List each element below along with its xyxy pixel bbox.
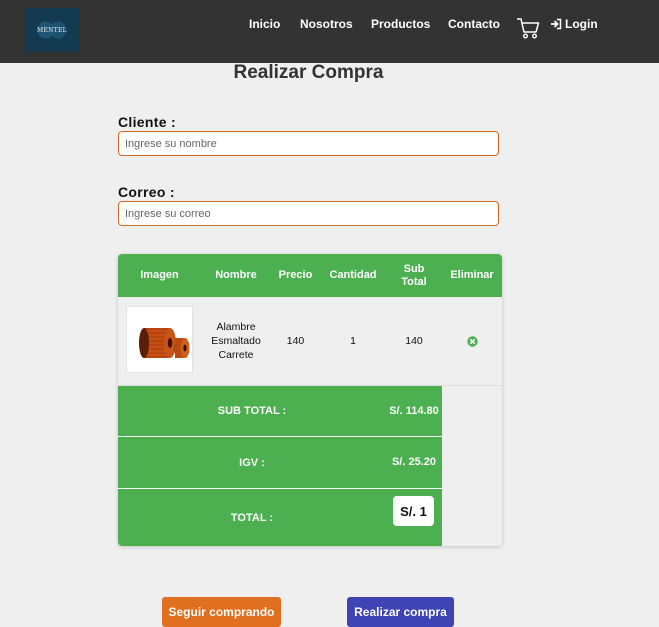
remove-circle-icon[interactable] [466, 335, 478, 347]
total-value: S/. 1 [393, 496, 434, 526]
item-quantity: 1 [350, 335, 356, 347]
header-subtotal: Sub Total [401, 262, 427, 288]
continue-shopping-button[interactable]: Seguir comprando [162, 597, 281, 627]
nav-link-contacto[interactable]: Contacto [448, 17, 500, 31]
login-label: Login [565, 17, 598, 31]
nav-link-nosotros[interactable]: Nosotros [300, 17, 353, 31]
login-link[interactable]: Login [550, 17, 598, 31]
igv-value: S/. 25.20 [391, 456, 437, 468]
page-title: Realizar Compra [233, 62, 384, 83]
igv-row: IGV : S/. 25.20 [118, 437, 442, 488]
header-name: Nombre [215, 269, 257, 281]
item-name: Alambre Esmaltado Carrete [211, 321, 261, 361]
sign-in-icon [551, 18, 562, 30]
email-input[interactable] [118, 201, 499, 226]
table-row: Alambre Esmaltado Carrete 140 1 140 [118, 297, 502, 385]
nav-link-productos[interactable]: Productos [371, 17, 430, 31]
shopping-cart-icon[interactable] [516, 17, 540, 39]
subtotal-label: SUB TOTAL : [217, 405, 287, 417]
igv-label: IGV : [239, 456, 265, 469]
header-quantity: Cantidad [329, 269, 377, 281]
place-order-button[interactable]: Realizar compra [347, 597, 454, 627]
header-delete: Eliminar [450, 269, 494, 281]
delete-item-button[interactable] [447, 297, 497, 385]
brand-logo[interactable]: MENTEL [25, 8, 79, 52]
cart-table-header: Imagen Nombre Precio Cantidad Sub Total … [118, 254, 502, 297]
header-price: Precio [278, 269, 313, 281]
navbar: MENTEL Inicio Nosotros Productos Contact… [0, 0, 659, 63]
email-label: Correo : [118, 184, 175, 200]
logo-text: MENTEL [37, 26, 67, 34]
item-price: 140 [286, 335, 305, 347]
subtotal-value: S/. 114.80 [389, 404, 439, 417]
header-image: Imagen [140, 269, 179, 281]
total-label: TOTAL : [230, 511, 274, 524]
item-subtotal: 140 [405, 335, 423, 347]
copper-wire-spool-image [126, 306, 193, 373]
client-label: Cliente : [118, 114, 176, 130]
client-name-input[interactable] [118, 131, 499, 156]
nav-link-inicio[interactable]: Inicio [249, 17, 280, 31]
subtotal-row: SUB TOTAL : S/. 114.80 [118, 386, 442, 436]
cart-table: Imagen Nombre Precio Cantidad Sub Total … [118, 254, 502, 546]
